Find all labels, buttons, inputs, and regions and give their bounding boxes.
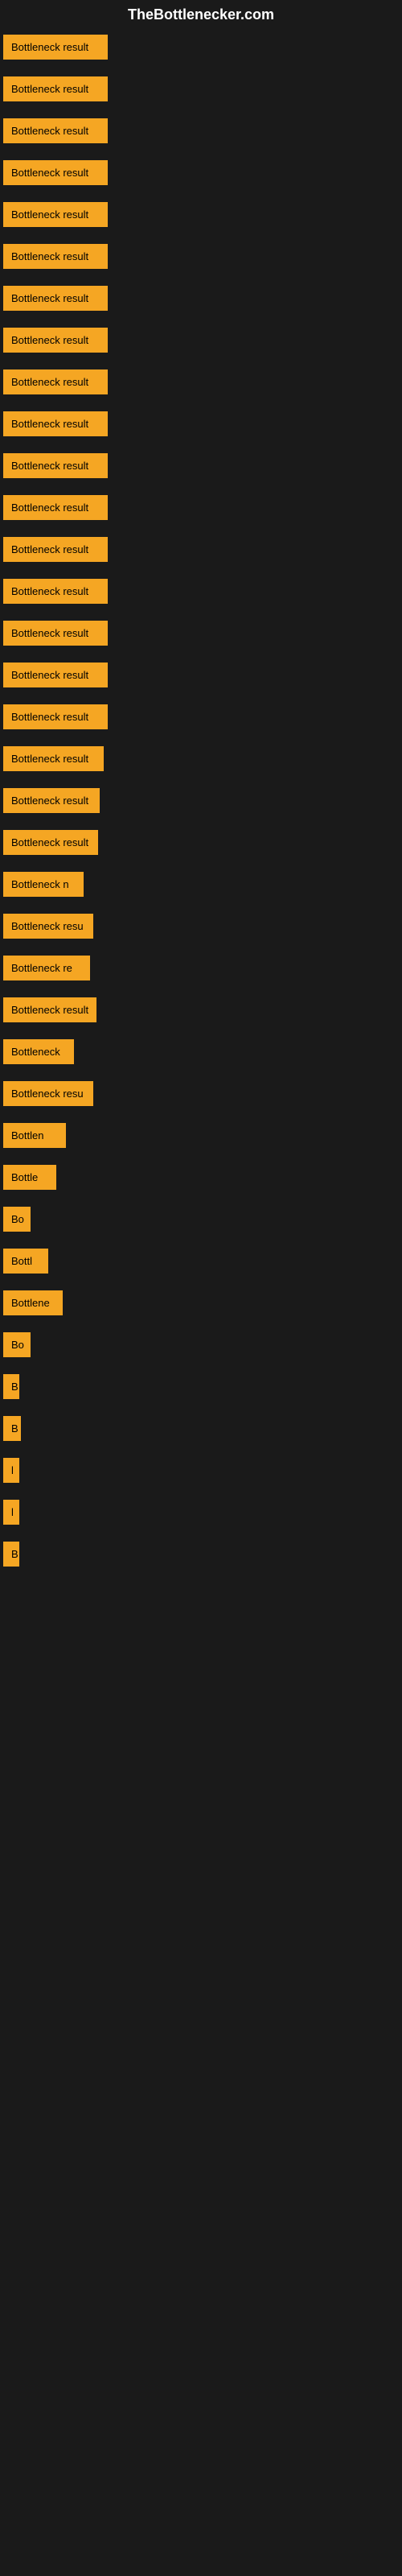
bottleneck-result-item[interactable]: Bottleneck result [3,244,108,269]
bottleneck-result-item[interactable]: Bottleneck result [3,663,108,687]
bottleneck-result-item[interactable]: B [3,1542,19,1567]
bottleneck-result-item[interactable]: Bottleneck result [3,788,100,813]
bottleneck-result-item[interactable]: B [3,1374,19,1399]
list-item-row: Bottleneck result [0,323,402,361]
bottleneck-result-item[interactable]: Bottleneck resu [3,1081,93,1106]
list-item-row: Bottlen [0,1118,402,1157]
list-item-row: B [0,1411,402,1450]
bottleneck-result-item[interactable]: Bottlen [3,1123,66,1148]
bottleneck-result-item[interactable]: l [3,1458,19,1483]
list-item-row: Bottl [0,1244,402,1282]
bottleneck-result-item[interactable]: Bottleneck result [3,495,108,520]
site-title: TheBottlenecker.com [0,0,402,30]
list-item-row: Bottleneck result [0,532,402,571]
bottleneck-result-item[interactable]: Bottleneck [3,1039,74,1064]
bottleneck-result-item[interactable]: Bottleneck result [3,118,108,143]
bottleneck-result-item[interactable]: Bottleneck result [3,202,108,227]
list-item-row: Bottleneck result [0,658,402,696]
list-item-row: l [0,1495,402,1534]
list-item-row: B [0,1369,402,1408]
list-item-row: Bo [0,1327,402,1366]
list-item-row: Bottleneck result [0,616,402,654]
list-item-row: Bottlene [0,1286,402,1324]
bottleneck-result-item[interactable]: B [3,1416,21,1441]
list-item-row: Bottleneck re [0,951,402,989]
list-item-row: Bottleneck result [0,114,402,152]
list-item-row: Bottleneck result [0,574,402,613]
list-item-row: Bottleneck result [0,407,402,445]
bottleneck-result-item[interactable]: Bottleneck result [3,537,108,562]
bottleneck-result-item[interactable]: Bottlene [3,1290,63,1315]
bottleneck-result-item[interactable]: Bottleneck n [3,872,84,897]
list-item-row: Bottleneck result [0,155,402,194]
bottleneck-result-item[interactable]: Bottleneck result [3,997,96,1022]
bottleneck-result-item[interactable]: l [3,1500,19,1525]
bottleneck-result-item[interactable]: Bo [3,1207,31,1232]
bottleneck-result-item[interactable]: Bottleneck result [3,35,108,60]
list-item-row: Bottleneck resu [0,909,402,947]
list-item-row: Bottleneck resu [0,1076,402,1115]
list-item-row: l [0,1453,402,1492]
list-item-row: Bottleneck result [0,490,402,529]
bottleneck-result-item[interactable]: Bottleneck result [3,704,108,729]
list-item-row: Bottleneck n [0,867,402,906]
list-item-row: Bottleneck result [0,993,402,1031]
list-item-row: Bottleneck result [0,825,402,864]
list-item-row: B [0,1537,402,1575]
list-item-row: Bottleneck result [0,281,402,320]
bottleneck-result-item[interactable]: Bo [3,1332,31,1357]
bottleneck-result-item[interactable]: Bottleneck resu [3,914,93,939]
list-item-row: Bo [0,1202,402,1241]
list-item-row: Bottle [0,1160,402,1199]
bottleneck-result-item[interactable]: Bottleneck result [3,621,108,646]
bottleneck-result-item[interactable]: Bottleneck result [3,328,108,353]
bottleneck-result-item[interactable]: Bottleneck result [3,160,108,185]
list-item-row: Bottleneck result [0,239,402,278]
bottleneck-result-item[interactable]: Bottleneck result [3,369,108,394]
list-item-row: Bottleneck result [0,30,402,68]
bottleneck-result-item[interactable]: Bottleneck re [3,956,90,980]
bottleneck-result-item[interactable]: Bottleneck result [3,411,108,436]
bottleneck-result-item[interactable]: Bottleneck result [3,76,108,101]
bottleneck-result-item[interactable]: Bottleneck result [3,830,98,855]
list-item-row: Bottleneck result [0,741,402,780]
list-item-row: Bottleneck [0,1034,402,1073]
list-item-row: Bottleneck result [0,700,402,738]
bottleneck-result-item[interactable]: Bottleneck result [3,286,108,311]
list-item-row: Bottleneck result [0,783,402,822]
bottleneck-result-item[interactable]: Bottl [3,1249,48,1274]
list-item-row: Bottleneck result [0,197,402,236]
bottleneck-result-item[interactable]: Bottleneck result [3,453,108,478]
bottleneck-result-item[interactable]: Bottleneck result [3,746,104,771]
list-item-row: Bottleneck result [0,448,402,487]
bottleneck-result-item[interactable]: Bottle [3,1165,56,1190]
list-item-row: Bottleneck result [0,365,402,403]
list-item-row: Bottleneck result [0,72,402,110]
bottleneck-result-item[interactable]: Bottleneck result [3,579,108,604]
